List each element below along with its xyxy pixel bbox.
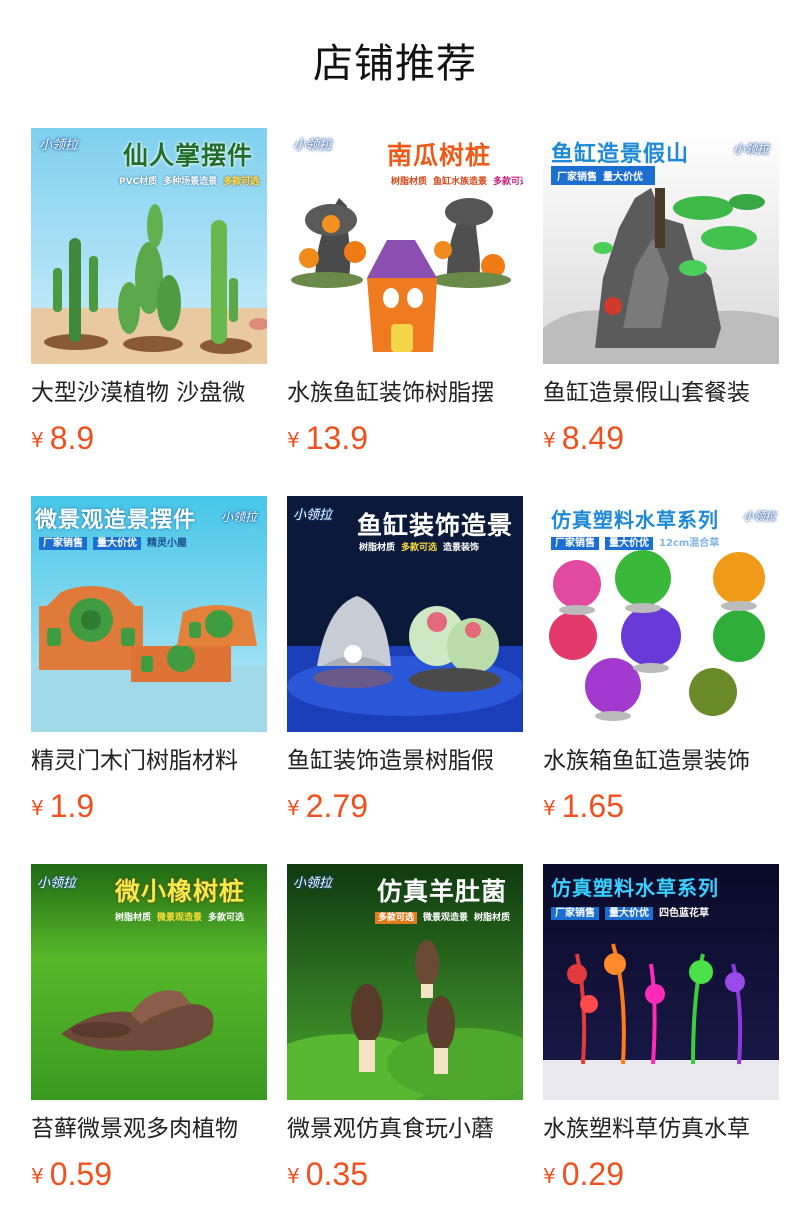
currency-symbol: ¥ xyxy=(543,796,556,820)
product-name[interactable]: 鱼缸造景假山套餐装 xyxy=(543,376,779,410)
currency-symbol: ¥ xyxy=(31,1164,44,1188)
price-amount: 8.49 xyxy=(561,420,625,456)
product-card[interactable]: 小领拉 仿真羊肚菌 多款可选 微景观造景 树脂材质 微景观仿真食玩小蘑 ¥0.35 xyxy=(287,864,523,1232)
image-title: 仿真羊肚菌 xyxy=(377,877,508,906)
price-amount: 1.65 xyxy=(561,788,625,824)
product-image[interactable]: 微景观造景摆件 小领拉 厂家销售 量大价优 精灵小屋 xyxy=(31,496,267,732)
image-subtitle: 树脂材质鱼缸水族造景多款可选 xyxy=(391,177,523,187)
image-title: 微小橡树桩 xyxy=(115,877,246,906)
product-name[interactable]: 水族塑料草仿真水草 xyxy=(543,1112,779,1146)
price-amount: 2.79 xyxy=(305,788,369,824)
currency-symbol: ¥ xyxy=(287,1164,300,1188)
product-name[interactable]: 苔藓微景观多肉植物 xyxy=(31,1112,267,1146)
image-title: 南瓜树桩 xyxy=(387,141,492,170)
product-image[interactable]: 小领拉 仙人掌摆件 PVC材质 多种场景造景 多款可选 xyxy=(31,128,267,364)
image-subtitle: 树脂材质 微景观造景 多款可选 xyxy=(115,913,245,923)
price-amount: 8.9 xyxy=(49,420,95,456)
product-name[interactable]: 水族箱鱼缸造景装饰 xyxy=(543,744,779,778)
product-image[interactable]: 小领拉 鱼缸装饰造景 树脂材质 多款可选 造景装饰 xyxy=(287,496,523,732)
store-recommendations-page: 店铺推荐 小领拉 仙人掌摆件 PVC材质 多种场景造景 多款可选 大型沙漠植物 … xyxy=(0,0,790,1232)
price-amount: 13.9 xyxy=(305,420,369,456)
currency-symbol: ¥ xyxy=(31,796,44,820)
product-image[interactable]: 小领拉 南瓜树桩 树脂材质鱼缸水族造景多款可选 xyxy=(287,128,523,364)
image-subtitle: 厂家销售 量大价优 12cm混合草 xyxy=(551,534,725,550)
product-name[interactable]: 微景观仿真食玩小蘑 xyxy=(287,1112,523,1146)
product-price: ¥0.29 xyxy=(543,1156,779,1196)
currency-symbol: ¥ xyxy=(287,796,300,820)
price-amount: 1.9 xyxy=(49,788,95,824)
product-card[interactable]: 微景观造景摆件 小领拉 厂家销售 量大价优 精灵小屋 精灵门木门树脂材料 ¥1.9 xyxy=(31,496,267,864)
image-title: 仙人掌摆件 xyxy=(123,141,254,170)
brand-logo: 小领拉 xyxy=(39,138,79,153)
product-grid: 小领拉 仙人掌摆件 PVC材质 多种场景造景 多款可选 大型沙漠植物 沙盘微 ¥8.… xyxy=(31,128,779,1232)
product-card[interactable]: 鱼缸造景假山 小领拉 厂家销售 量大价优 鱼缸造景假山套餐装 ¥8.49 xyxy=(543,128,779,496)
currency-symbol: ¥ xyxy=(287,428,300,452)
page-title: 店铺推荐 xyxy=(313,41,477,87)
product-price: ¥0.59 xyxy=(31,1156,267,1196)
image-title: 鱼缸装饰造景 xyxy=(357,511,514,540)
brand-logo: 小领拉 xyxy=(733,142,770,156)
product-price: ¥1.9 xyxy=(31,788,267,828)
product-name[interactable]: 水族鱼缸装饰树脂摆 xyxy=(287,376,523,410)
image-subtitle: 厂家销售 量大价优 精灵小屋 xyxy=(39,534,193,550)
product-price: ¥8.49 xyxy=(543,420,779,460)
image-title: 微景观造景摆件 xyxy=(35,508,197,533)
product-name[interactable]: 精灵门木门树脂材料 xyxy=(31,744,267,778)
product-price: ¥0.35 xyxy=(287,1156,523,1196)
product-image[interactable]: 小领拉 仿真羊肚菌 多款可选 微景观造景 树脂材质 xyxy=(287,864,523,1100)
product-card[interactable]: 小领拉 仙人掌摆件 PVC材质 多种场景造景 多款可选 大型沙漠植物 沙盘微 ¥8.… xyxy=(31,128,267,496)
product-image[interactable]: 鱼缸造景假山 小领拉 厂家销售 量大价优 xyxy=(543,128,779,364)
product-card[interactable]: 小领拉 南瓜树桩 树脂材质鱼缸水族造景多款可选 水族鱼缸装饰树脂摆 ¥13.9 xyxy=(287,128,523,496)
product-card[interactable]: 小领拉 微小橡树桩 树脂材质 微景观造景 多款可选 苔藓微景观多肉植物 ¥0.59 xyxy=(31,864,267,1232)
product-price: ¥2.79 xyxy=(287,788,523,828)
image-subtitle: PVC材质 多种场景造景 多款可选 xyxy=(119,177,260,187)
product-card[interactable]: 仿真塑料水草系列 厂家销售 量大价优 四色蓝花草 水族塑料草仿真水草 ¥0.29 xyxy=(543,864,779,1232)
image-subtitle: 厂家销售 量大价优 xyxy=(551,166,655,185)
product-card[interactable]: 仿真塑料水草系列 小领拉 厂家销售 量大价优 12cm混合草 水族箱鱼缸造景装饰 ¥… xyxy=(543,496,779,864)
product-price: ¥13.9 xyxy=(287,420,523,460)
image-title: 仿真塑料水草系列 xyxy=(551,508,719,532)
image-subtitle: 多款可选 微景观造景 树脂材质 xyxy=(375,910,516,924)
product-name[interactable]: 鱼缸装饰造景树脂假 xyxy=(287,744,523,778)
image-title: 鱼缸造景假山 xyxy=(551,142,690,167)
product-name[interactable]: 大型沙漠植物 沙盘微 xyxy=(31,376,267,410)
currency-symbol: ¥ xyxy=(543,1164,556,1188)
product-image[interactable]: 仿真塑料水草系列 小领拉 厂家销售 量大价优 12cm混合草 xyxy=(543,496,779,732)
product-price: ¥8.9 xyxy=(31,420,267,460)
image-subtitle: 厂家销售 量大价优 四色蓝花草 xyxy=(551,904,715,920)
brand-logo: 小领拉 xyxy=(221,510,258,524)
currency-symbol: ¥ xyxy=(543,428,556,452)
brand-logo: 小领拉 xyxy=(743,510,776,523)
product-image[interactable]: 小领拉 微小橡树桩 树脂材质 微景观造景 多款可选 xyxy=(31,864,267,1100)
image-subtitle: 树脂材质 多款可选 造景装饰 xyxy=(359,543,480,553)
brand-logo: 小领拉 xyxy=(37,876,77,891)
currency-symbol: ¥ xyxy=(31,428,44,452)
image-title: 仿真塑料水草系列 xyxy=(551,876,719,900)
product-image[interactable]: 仿真塑料水草系列 厂家销售 量大价优 四色蓝花草 xyxy=(543,864,779,1100)
brand-logo: 小领拉 xyxy=(293,138,333,153)
brand-logo: 小领拉 xyxy=(293,876,333,891)
product-card[interactable]: 小领拉 鱼缸装饰造景 树脂材质 多款可选 造景装饰 鱼缸装饰造景树脂假 ¥2.79 xyxy=(287,496,523,864)
price-amount: 0.29 xyxy=(561,1156,625,1192)
price-amount: 0.59 xyxy=(49,1156,113,1192)
price-amount: 0.35 xyxy=(305,1156,369,1192)
product-price: ¥1.65 xyxy=(543,788,779,828)
brand-logo: 小领拉 xyxy=(293,508,333,523)
